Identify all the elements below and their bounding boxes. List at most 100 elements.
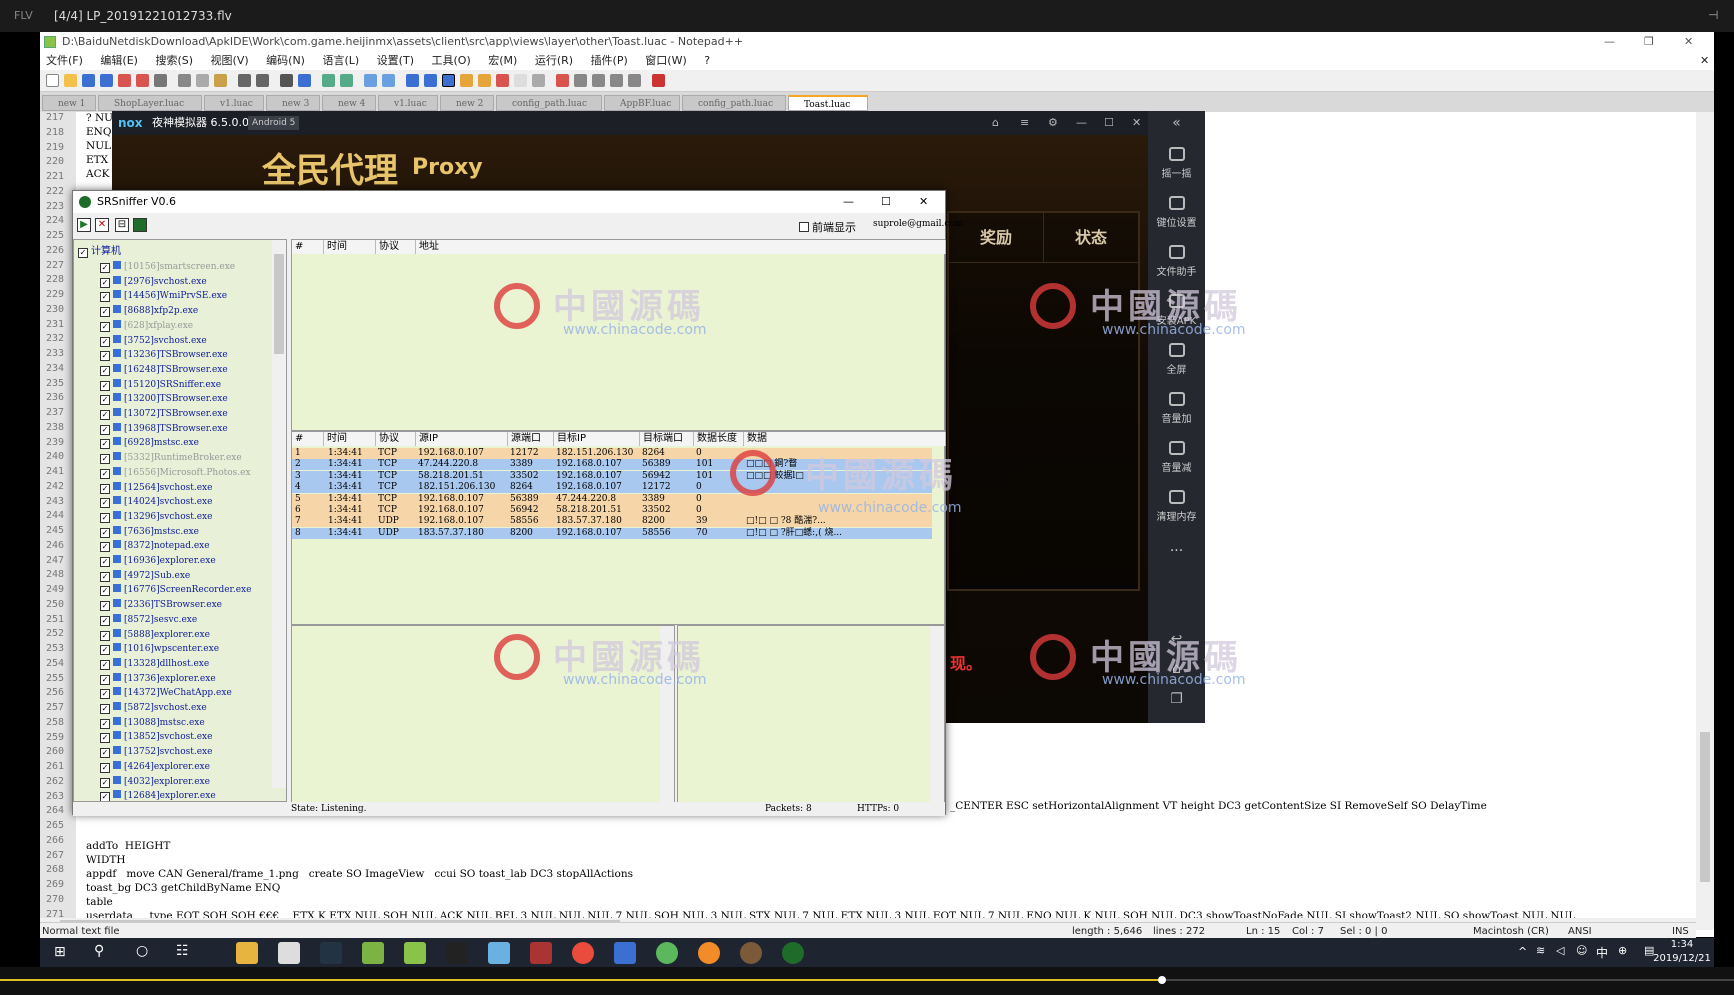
editor-icon[interactable] [488,942,510,964]
menu-plugins[interactable]: 插件(P) [591,54,628,67]
nox-home-icon[interactable]: ⌂ [992,111,999,135]
packet-row[interactable]: 1 1:34:41 TCP 192.168.0.107 12172 182.151.206… [292,448,932,459]
tree-root-checkbox[interactable]: ✓ [78,248,88,258]
menu-file[interactable]: 文件(F) [46,54,83,67]
col-index[interactable]: # [292,240,324,254]
process-checkbox[interactable]: ✓ [100,601,110,612]
zoom-in-icon[interactable] [322,74,335,87]
pcol-src-ip[interactable]: 源IP [416,432,508,446]
nox-menu-icon[interactable]: ≡ [1020,111,1029,135]
process-item[interactable]: ✓ [14456]WmiPrvSE.exe [100,289,227,303]
packet-row[interactable]: 2 1:34:41 TCP 47.244.220.8 3389 192.168.0.107… [292,459,932,471]
close-all-icon[interactable] [136,74,149,87]
process-item[interactable]: ✓ [13328]dllhost.exe [100,657,209,671]
tab-config-path-2[interactable]: config_path.luac [682,95,786,111]
cortana-icon[interactable]: ○ [136,943,148,959]
process-checkbox[interactable]: ✓ [100,645,110,656]
text-scrollbar[interactable] [930,626,944,802]
process-item[interactable]: ✓ [13072]TSBrowser.exe [100,407,228,421]
zoom-out-icon[interactable] [340,74,353,87]
side-keymap[interactable]: 键位设置 [1148,196,1205,229]
process-checkbox[interactable]: ✓ [100,321,110,332]
menu-language[interactable]: 语言(L) [322,54,359,67]
srsniffer-taskbar-icon[interactable] [782,942,804,964]
npp-close-doc-icon[interactable]: ✕ [1700,52,1709,70]
ida-icon[interactable] [530,942,552,964]
process-tree[interactable]: ✓ 计算机 ✓ [10156]smartscreen.exe ✓ [2976]svcho… [73,239,287,802]
input-method-icon[interactable]: ⊕ [1618,944,1627,957]
process-checkbox[interactable]: ✓ [100,351,110,362]
process-checkbox[interactable]: ✓ [100,263,110,273]
sync-h-icon[interactable] [382,74,395,87]
process-checkbox[interactable]: ✓ [100,777,110,788]
process-checkbox[interactable]: ✓ [100,571,110,582]
pcol-length[interactable]: 数据长度 [694,432,744,446]
process-item[interactable]: ✓ [15120]SRSniffer.exe [100,378,221,392]
menu-help[interactable]: ? [704,54,710,67]
side-file-helper[interactable]: 文件助手 [1148,245,1205,278]
hex-scrollbar[interactable] [660,626,674,802]
minimize-icon[interactable]: — [1604,32,1615,52]
pcol-data[interactable]: 数据 [744,432,946,446]
app-icon[interactable] [614,942,636,964]
tab-new-1[interactable]: new 1 [42,95,96,111]
sniffer-close-icon[interactable]: ✕ [919,191,928,213]
restore-icon[interactable]: ❐ [1644,32,1654,52]
process-item[interactable]: ✓ [4264]explorer.exe [100,760,210,774]
process-checkbox[interactable]: ✓ [100,733,110,744]
clock-date[interactable]: 2019/12/21 [1652,953,1712,964]
new-file-icon[interactable] [46,74,59,87]
mail-icon[interactable] [278,942,300,964]
clock-time[interactable]: 1:34 [1652,939,1712,950]
process-checkbox[interactable]: ✓ [100,615,110,626]
tab-toast-luac[interactable]: Toast.luac [788,95,868,111]
tree-scroll-thumb[interactable] [274,254,284,354]
process-item[interactable]: ✓ [5888]explorer.exe [100,628,210,642]
process-item[interactable]: ✓ [5872]svchost.exe [100,701,207,715]
nox-back-icon[interactable]: ↩ [1148,631,1205,647]
process-item[interactable]: ✓ [7636]mstsc.exe [100,525,199,539]
tray-arrow-icon[interactable]: ^ [1518,945,1527,958]
process-item[interactable]: ✓ [12564]svchost.exe [100,481,212,495]
replace-icon[interactable] [298,74,311,87]
col-time[interactable]: 时间 [324,240,376,254]
packet-row[interactable]: 6 1:34:41 TCP 192.168.0.107 56942 58.218.201.… [292,505,932,516]
process-checkbox[interactable]: ✓ [100,630,110,641]
tab-new-4[interactable]: new 4 [322,95,376,111]
packet-row[interactable]: 3 1:34:41 TCP 58.218.201.51 33502 192.168.0.1… [292,470,932,482]
nox-maximize-icon[interactable]: ☐ [1104,111,1114,135]
process-checkbox[interactable]: ✓ [100,512,110,523]
nox-close-icon[interactable]: ✕ [1132,111,1141,135]
pin-icon[interactable]: ⊣ [1708,8,1718,22]
process-checkbox[interactable]: ✓ [100,542,110,553]
process-item[interactable]: ✓ [13200]TSBrowser.exe [100,392,228,406]
seek-handle[interactable] [1157,976,1166,984]
vertical-scroll-thumb[interactable] [1700,732,1710,882]
tree-root[interactable]: ✓ 计算机 [78,242,121,258]
process-checkbox[interactable]: ✓ [100,557,110,567]
play-macro-icon[interactable] [592,74,605,87]
side-shake[interactable]: 摇一摇 [1148,147,1205,180]
process-checkbox[interactable]: ✓ [100,718,110,729]
process-checkbox[interactable]: ✓ [100,292,110,303]
redo-icon[interactable] [256,74,269,87]
process-item[interactable]: ✓ [1016]wpscenter.exe [100,642,219,656]
menu-tools[interactable]: 工具(O) [432,54,471,67]
process-checkbox[interactable]: ✓ [100,365,110,376]
process-item[interactable]: ✓ [10156]smartscreen.exe [100,260,235,274]
front-display-box[interactable] [799,222,809,232]
process-checkbox[interactable]: ✓ [100,659,110,670]
connection-list[interactable]: # 时间 协议 地址 [291,239,946,431]
copy-icon[interactable] [196,74,209,87]
sync-v-icon[interactable] [364,74,377,87]
pcol-protocol[interactable]: 协议 [376,432,416,446]
process-checkbox[interactable]: ✓ [100,410,110,420]
process-item[interactable]: ✓ [16556]Microsoft.Photos.ex [100,466,251,480]
doc-map-icon[interactable] [478,74,491,87]
process-item[interactable]: ✓ [8572]sesvc.exe [100,613,197,627]
indent-guide-icon[interactable] [442,74,455,87]
save-macro-icon[interactable] [628,74,641,87]
tab-new-3[interactable]: new 3 [266,95,320,111]
pcol-time[interactable]: 时间 [324,432,376,446]
nox-taskbar-icon[interactable] [320,942,342,964]
